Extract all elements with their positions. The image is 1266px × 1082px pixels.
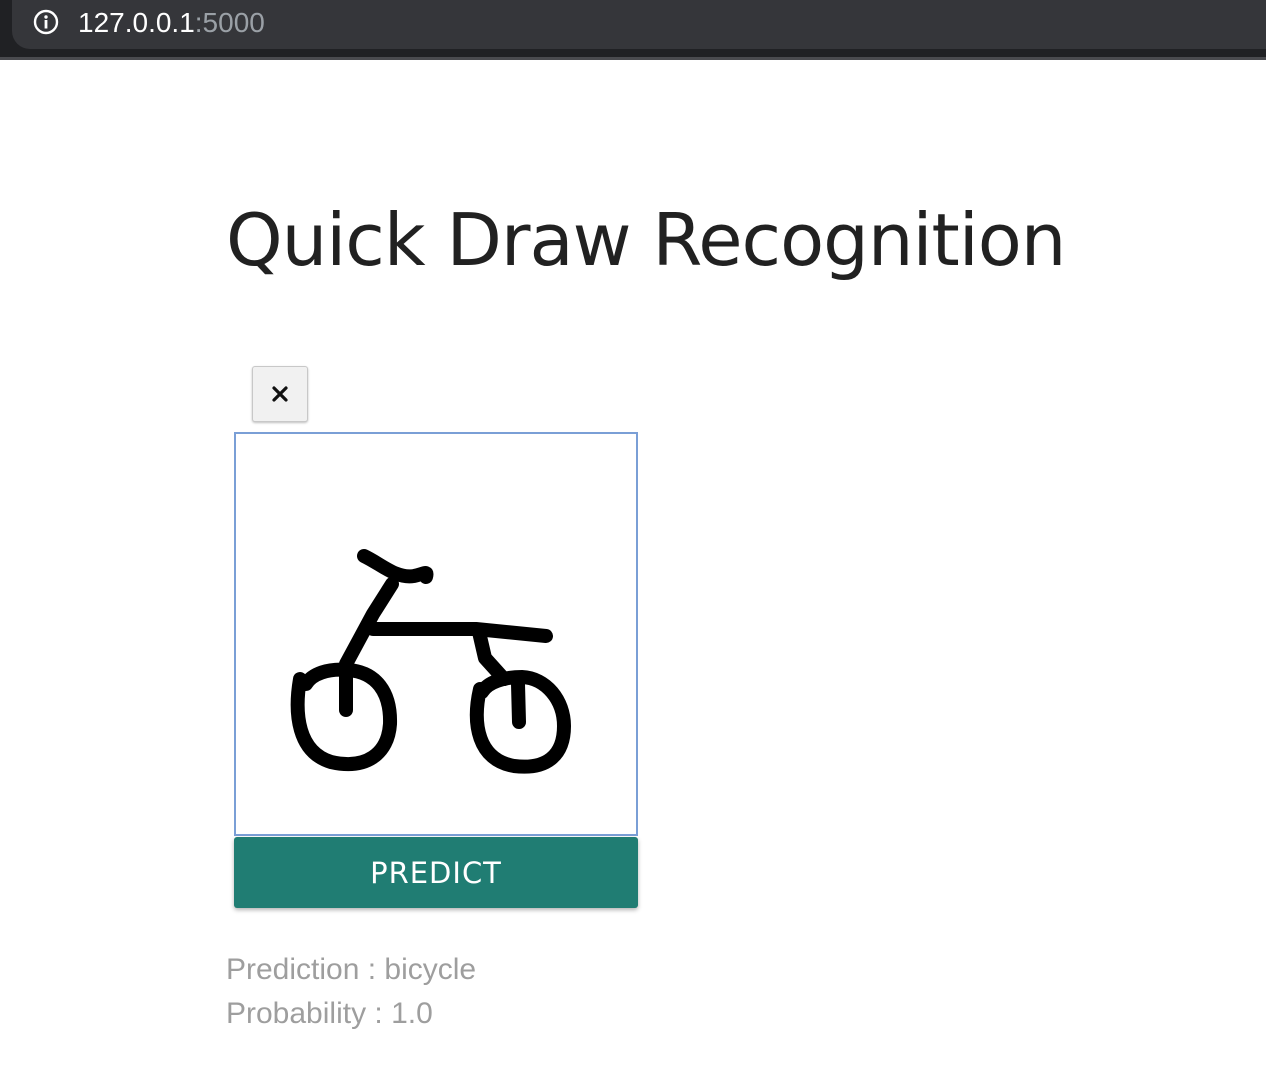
close-icon [272, 386, 288, 402]
bicycle-sketch [290, 549, 571, 774]
probability-label: Probability : [226, 997, 383, 1030]
info-icon[interactable] [33, 9, 59, 35]
prediction-value: bicycle [384, 953, 477, 986]
probability-value: 1.0 [391, 997, 433, 1030]
prediction-label: Prediction : [226, 953, 377, 986]
drawing-canvas[interactable] [234, 432, 638, 836]
predict-button[interactable]: PREDICT [234, 837, 638, 908]
clear-canvas-button[interactable] [252, 366, 308, 422]
toolbar-divider [0, 57, 1266, 60]
browser-toolbar: 127.0.0.1:5000 [0, 0, 1266, 60]
prediction-result: Prediction : bicycle [226, 950, 476, 990]
probability-result: Probability : 1.0 [226, 994, 433, 1034]
address-url[interactable]: 127.0.0.1:5000 [78, 4, 265, 42]
url-host: 127.0.0.1 [78, 7, 195, 38]
page-title: Quick Draw Recognition [226, 198, 1066, 282]
url-port: :5000 [194, 7, 265, 38]
